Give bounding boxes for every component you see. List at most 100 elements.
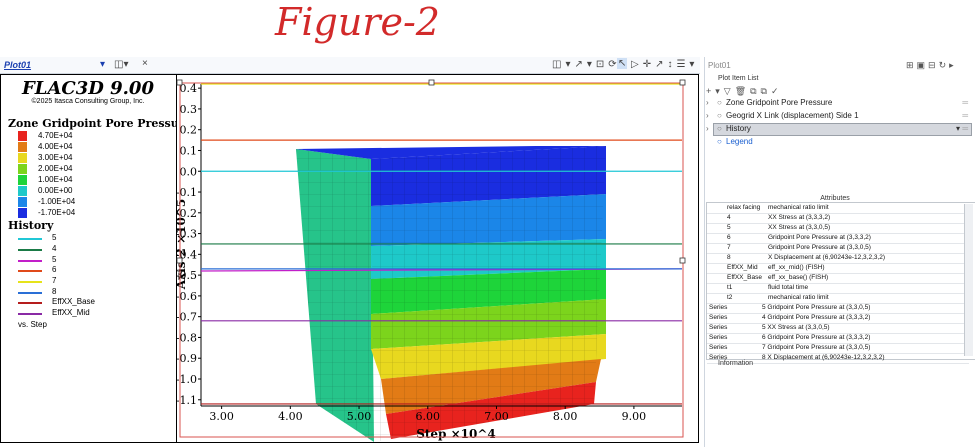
pointer-icon[interactable]: ↖	[617, 58, 628, 69]
information-title: Information	[718, 360, 754, 367]
x-tick-label: 6.00	[416, 410, 441, 423]
navigate-tools-icon[interactable]: ▷✛↗↕☰▾	[631, 59, 698, 70]
history-label: 5	[52, 233, 57, 242]
colorbar-label: 0.00E+00	[38, 186, 73, 195]
close-tab-icon[interactable]: ×	[142, 58, 148, 69]
plot-item-list-title: Plot Item List	[718, 75, 759, 82]
history-entry: 5	[18, 255, 168, 265]
panel-tools-icon[interactable]: ⊞▣⊟↻▸	[906, 60, 957, 71]
history-entry: EffXX_Base	[18, 297, 168, 307]
color-swatch	[18, 131, 27, 141]
chevron-right-icon[interactable]: ›	[706, 124, 709, 133]
plot-item-label: Zone Gridpoint Pore Pressure	[726, 98, 833, 107]
vs-step-label: vs. Step	[18, 320, 47, 329]
attributes-title: Attributes	[820, 195, 850, 202]
color-swatch	[18, 175, 27, 185]
y-tick-label: -0.1	[176, 186, 197, 199]
plot-item-label: Legend	[726, 137, 753, 146]
colorbar-entry: 4.70E+04	[18, 131, 168, 141]
resize-handle[interactable]	[176, 257, 183, 264]
history-label: 8	[52, 287, 57, 296]
colorbar-entry: 0.00E+00	[18, 186, 168, 196]
tab-dropdown-icon[interactable]: ▾	[100, 59, 105, 70]
history-label: EffXX_Base	[52, 297, 95, 306]
attributes-scrollbar[interactable]	[964, 204, 973, 356]
y-tick-label: 0.0	[180, 165, 198, 178]
color-swatch	[18, 164, 27, 174]
history-entry: 7	[18, 276, 168, 286]
visibility-icon[interactable]: ○	[717, 124, 722, 133]
x-tick-label: 9.00	[622, 410, 647, 423]
history-entry: EffXX_Mid	[18, 308, 168, 318]
figure-annotation: Figure-2	[275, 0, 440, 44]
x-tick-label: 5.00	[347, 410, 372, 423]
color-swatch	[18, 186, 27, 196]
plot-item[interactable]: ○ Legend	[706, 137, 968, 149]
y-axis-label: Axis-2 ×10^5	[176, 199, 188, 290]
history-label: 7	[52, 276, 57, 285]
y-tick-label: -0.6	[176, 290, 197, 303]
y-tick-label: -1.1	[176, 394, 197, 407]
history-label: 4	[52, 244, 57, 253]
resize-handle[interactable]	[679, 79, 686, 86]
colorbar-entry: 2.00E+04	[18, 164, 168, 174]
colorbar-entry: 1.00E+04	[18, 175, 168, 185]
x-axis-label: Step ×10^4	[416, 427, 496, 441]
history-entry: 5	[18, 233, 168, 243]
history-entry: 6	[18, 265, 168, 275]
visibility-icon[interactable]: ○	[717, 137, 722, 146]
colorbar-label: 2.00E+04	[38, 164, 73, 173]
history-title: History	[8, 219, 54, 232]
chevron-right-icon[interactable]: ›	[706, 111, 709, 120]
colorbar-label: 3.00E+04	[38, 153, 73, 162]
color-swatch	[18, 142, 27, 152]
plot-svg[interactable]: 0.40.30.20.10.0-0.1-0.2-0.3-0.4-0.5-0.6-…	[176, 74, 698, 442]
y-tick-label: 0.3	[180, 103, 198, 116]
resize-handle[interactable]	[679, 257, 686, 264]
app-title: FLAC3D 9.00	[22, 78, 154, 99]
attributes-table[interactable]: relax facing mechanical ratio limit 4 XX S…	[706, 202, 975, 364]
view-tools-icon[interactable]: ◫▾↗▾⊡⟳	[552, 59, 621, 70]
drag-handle-icon[interactable]: ═	[962, 111, 968, 120]
colorbar-entry: -1.70E+04	[18, 208, 168, 218]
plot-item-toolbar[interactable]: +▾▽🗑⧉⧉✓	[706, 86, 783, 97]
colorbar-label: -1.70E+04	[38, 208, 76, 217]
copyright: ©2025 Itasca Consulting Group, Inc.	[31, 98, 145, 105]
history-label: 6	[52, 265, 57, 274]
y-tick-label: -0.8	[176, 331, 197, 344]
layout-icon[interactable]: ◫▾	[114, 59, 128, 70]
colorbar-label: -1.00E+04	[38, 197, 76, 206]
plot-item[interactable]: › ○ Zone Gridpoint Pore Pressure ═	[706, 98, 968, 110]
color-swatch	[18, 197, 27, 207]
x-tick-label: 7.00	[484, 410, 509, 423]
colorbar-label: 4.00E+04	[38, 142, 73, 151]
x-tick-label: 3.00	[209, 410, 234, 423]
history-label: EffXX_Mid	[52, 308, 90, 317]
x-tick-label: 8.00	[553, 410, 578, 423]
plot-item-label: History	[726, 124, 751, 133]
resize-handle[interactable]	[428, 79, 435, 86]
plot-tab[interactable]: Plot01	[4, 60, 31, 70]
history-entry: 8	[18, 287, 168, 297]
y-tick-label: -1.0	[176, 373, 197, 386]
model-block	[296, 146, 606, 442]
visibility-icon[interactable]: ○	[717, 98, 722, 107]
contour-title: Zone Gridpoint Pore Pressure	[8, 117, 192, 130]
drag-handle-icon[interactable]: ═	[962, 98, 968, 107]
plot-item-selected[interactable]: › ○ History ▾ ═	[706, 124, 968, 136]
color-swatch	[18, 153, 27, 163]
visibility-icon[interactable]: ○	[717, 111, 722, 120]
drag-handle-icon[interactable]: ═	[962, 124, 968, 133]
resize-handle[interactable]	[176, 79, 183, 86]
colorbar-entry: -1.00E+04	[18, 197, 168, 207]
colorbar-label: 1.00E+04	[38, 175, 73, 184]
plot-item-label: Geogrid X Link (displacement) Side 1	[726, 111, 859, 120]
history-entry: 4	[18, 244, 168, 254]
y-tick-label: 0.2	[180, 124, 198, 137]
panel-title: Plot01	[708, 61, 731, 70]
plot-item[interactable]: › ○ Geogrid X Link (displacement) Side 1 ═	[706, 111, 968, 123]
chevron-down-icon[interactable]: ▾	[956, 124, 960, 133]
y-tick-label: -0.7	[176, 311, 197, 324]
color-swatch	[18, 208, 27, 218]
chevron-right-icon[interactable]: ›	[706, 98, 709, 107]
